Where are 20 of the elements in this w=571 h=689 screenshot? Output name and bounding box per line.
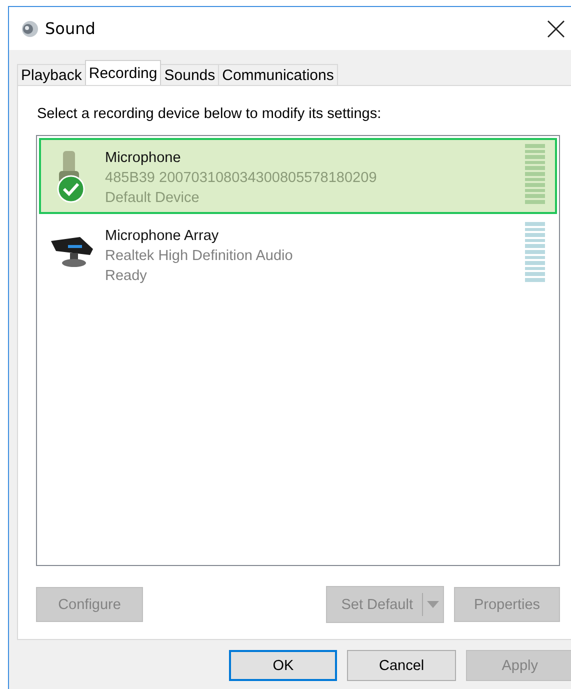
level-meter xyxy=(525,144,545,204)
instruction-text: Select a recording device below to modify its settings: xyxy=(37,106,382,122)
device-name: Microphone xyxy=(105,149,182,168)
device-row[interactable]: Microphone Array Realtek High Definition Audio Ready xyxy=(39,216,557,292)
close-icon[interactable] xyxy=(546,18,566,38)
tab[interactable]: Playback xyxy=(17,64,86,85)
speaker-icon xyxy=(21,18,39,38)
microphone-array-icon xyxy=(50,235,94,269)
dialog-button[interactable]: OK xyxy=(229,650,338,681)
device-description: 485B39 200703108034300805578180209 xyxy=(105,169,378,188)
dialog-button[interactable]: Cancel xyxy=(347,650,456,681)
window-title: Sound xyxy=(45,19,96,38)
device-name: Microphone Array xyxy=(105,227,220,246)
tab[interactable]: Communications xyxy=(218,64,338,85)
tab[interactable]: Recording xyxy=(84,60,162,85)
device-status: Default Device xyxy=(105,189,200,208)
device-row[interactable]: Microphone 485B39 200703108034300805578180209 Default Device xyxy=(39,138,557,214)
level-meter xyxy=(525,222,545,282)
device-description: Realtek High Definition Audio xyxy=(105,247,294,266)
device-status: Ready xyxy=(105,267,148,286)
